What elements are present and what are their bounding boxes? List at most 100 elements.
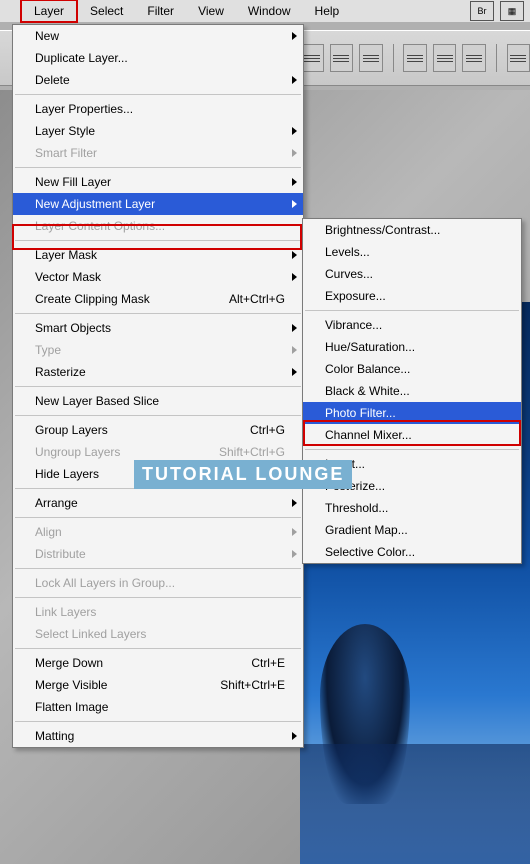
menu1-item[interactable]: New Fill Layer xyxy=(13,171,303,193)
menu-item-label: Layer Style xyxy=(35,124,285,138)
menu1-item: Align xyxy=(13,521,303,543)
menu1-item: Link Layers xyxy=(13,601,303,623)
menu-item-label: Merge Visible xyxy=(35,678,220,692)
menu-filter[interactable]: Filter xyxy=(135,1,186,21)
menu-item-label: Group Layers xyxy=(35,423,250,437)
menu-separator xyxy=(15,240,301,241)
menu-item-label: Lock All Layers in Group... xyxy=(35,576,285,590)
menu-item-label: Ungroup Layers xyxy=(35,445,219,459)
menu2-item[interactable]: Brightness/Contrast... xyxy=(303,219,521,241)
align-btn-4[interactable] xyxy=(403,44,427,72)
menu-item-label: Channel Mixer... xyxy=(325,428,503,442)
menu-item-label: Black & White... xyxy=(325,384,503,398)
menu1-item[interactable]: Arrange xyxy=(13,492,303,514)
menu-item-label: Type xyxy=(35,343,285,357)
menu-item-shortcut: Alt+Ctrl+G xyxy=(229,292,285,306)
menu-item-label: Smart Filter xyxy=(35,146,285,160)
menu2-item[interactable]: Levels... xyxy=(303,241,521,263)
menu1-item[interactable]: New Layer Based Slice xyxy=(13,390,303,412)
menu2-item[interactable]: Vibrance... xyxy=(303,314,521,336)
menu2-item[interactable]: Black & White... xyxy=(303,380,521,402)
menu2-item[interactable]: Hue/Saturation... xyxy=(303,336,521,358)
submenu-arrow-icon xyxy=(292,346,297,354)
menu2-item[interactable]: Photo Filter... xyxy=(303,402,521,424)
menu-select[interactable]: Select xyxy=(78,1,135,21)
menu-item-label: Color Balance... xyxy=(325,362,503,376)
menu2-item[interactable]: Gradient Map... xyxy=(303,519,521,541)
align-btn-7[interactable] xyxy=(507,44,530,72)
menu1-item[interactable]: Layer Mask xyxy=(13,244,303,266)
menu-separator xyxy=(15,94,301,95)
menu2-item[interactable]: Channel Mixer... xyxy=(303,424,521,446)
menu1-item[interactable]: Layer Style xyxy=(13,120,303,142)
menu1-item: Type xyxy=(13,339,303,361)
align-btn-6[interactable] xyxy=(462,44,486,72)
menu1-item[interactable]: Merge DownCtrl+E xyxy=(13,652,303,674)
menu-separator xyxy=(15,415,301,416)
menu2-item[interactable]: Threshold... xyxy=(303,497,521,519)
submenu-arrow-icon xyxy=(292,76,297,84)
menu1-item: Distribute xyxy=(13,543,303,565)
menu-item-label: New Layer Based Slice xyxy=(35,394,285,408)
menu-item-label: Duplicate Layer... xyxy=(35,51,285,65)
menu-item-shortcut: Shift+Ctrl+G xyxy=(219,445,285,459)
menu2-item[interactable]: Selective Color... xyxy=(303,541,521,563)
menu-separator xyxy=(15,386,301,387)
submenu-arrow-icon xyxy=(292,251,297,259)
menu1-item[interactable]: New Adjustment Layer xyxy=(13,193,303,215)
menu-item-label: New Fill Layer xyxy=(35,175,285,189)
menu-help[interactable]: Help xyxy=(303,1,352,21)
menu1-item[interactable]: Merge VisibleShift+Ctrl+E xyxy=(13,674,303,696)
menu-separator xyxy=(15,167,301,168)
menu-item-label: Selective Color... xyxy=(325,545,503,559)
menu-separator xyxy=(15,568,301,569)
menu1-item: Layer Content Options... xyxy=(13,215,303,237)
menu2-item[interactable]: Exposure... xyxy=(303,285,521,307)
menu-layer[interactable]: Layer xyxy=(20,0,78,23)
submenu-arrow-icon xyxy=(292,324,297,332)
menu1-item[interactable]: Duplicate Layer... xyxy=(13,47,303,69)
menu-item-label: Link Layers xyxy=(35,605,285,619)
bridge-icon[interactable]: Br xyxy=(470,1,494,21)
menu1-item[interactable]: Create Clipping MaskAlt+Ctrl+G xyxy=(13,288,303,310)
menu1-item[interactable]: Flatten Image xyxy=(13,696,303,718)
menu-separator xyxy=(15,313,301,314)
menu-item-label: Layer Properties... xyxy=(35,102,285,116)
menu-view[interactable]: View xyxy=(186,1,236,21)
menu1-item[interactable]: Delete xyxy=(13,69,303,91)
menu-item-shortcut: Ctrl+G xyxy=(250,423,285,437)
menu-item-label: Merge Down xyxy=(35,656,251,670)
screen-mode-icon[interactable]: ▦ xyxy=(500,1,524,21)
menu-separator xyxy=(15,721,301,722)
image-reflection xyxy=(300,744,530,864)
menu1-item[interactable]: New xyxy=(13,25,303,47)
submenu-arrow-icon xyxy=(292,127,297,135)
menu1-item[interactable]: Matting xyxy=(13,725,303,747)
menu1-item[interactable]: Group LayersCtrl+G xyxy=(13,419,303,441)
menu1-item: Select Linked Layers xyxy=(13,623,303,645)
menu-item-label: Curves... xyxy=(325,267,503,281)
menu-bar: Layer Select Filter View Window Help Br … xyxy=(0,0,530,22)
menu1-item[interactable]: Smart Objects xyxy=(13,317,303,339)
menu1-item[interactable]: Rasterize xyxy=(13,361,303,383)
menu-item-label: New xyxy=(35,29,285,43)
menu-window[interactable]: Window xyxy=(236,1,303,21)
menu-item-label: Vibrance... xyxy=(325,318,503,332)
menu1-item[interactable]: Vector Mask xyxy=(13,266,303,288)
align-btn-2[interactable] xyxy=(330,44,354,72)
submenu-arrow-icon xyxy=(292,149,297,157)
menu1-item[interactable]: Layer Properties... xyxy=(13,98,303,120)
submenu-arrow-icon xyxy=(292,732,297,740)
menu1-item: Lock All Layers in Group... xyxy=(13,572,303,594)
align-btn-5[interactable] xyxy=(433,44,457,72)
menu-separator xyxy=(305,449,519,450)
adjustment-layer-submenu: Brightness/Contrast... Levels... Curves...… xyxy=(302,218,522,564)
menu2-item[interactable]: Color Balance... xyxy=(303,358,521,380)
menu-item-label: Select Linked Layers xyxy=(35,627,285,641)
menu2-item[interactable]: Curves... xyxy=(303,263,521,285)
toolbar-sep xyxy=(393,44,394,72)
menu-item-label: Matting xyxy=(35,729,285,743)
menu-item-label: Flatten Image xyxy=(35,700,285,714)
menu-item-label: Levels... xyxy=(325,245,503,259)
align-btn-3[interactable] xyxy=(359,44,383,72)
